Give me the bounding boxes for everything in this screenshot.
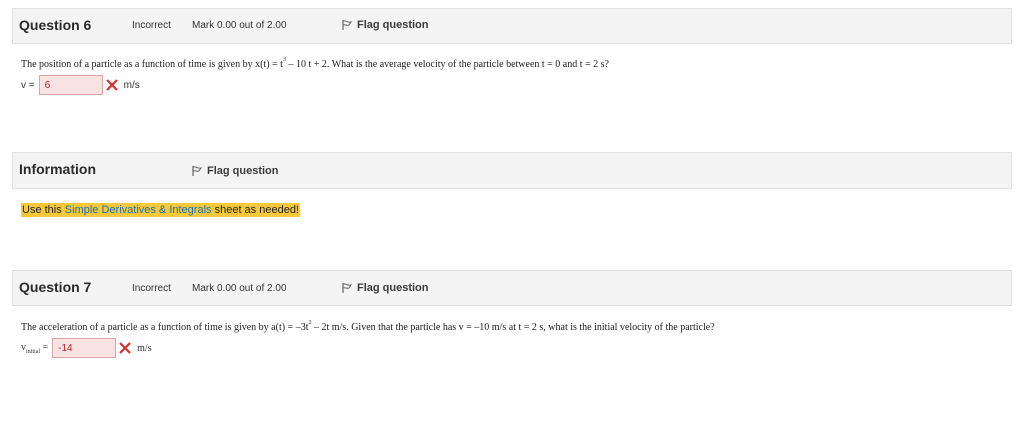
question-6-text-part1: The position of a particle as a function… [21,59,283,70]
question-7-grade: Mark 0.00 out of 2.00 [192,283,287,294]
flag-icon [192,166,203,176]
question-6-state: Incorrect [132,20,171,31]
information-header: Information Flag question [12,152,1012,189]
question-6-text-exponent: 3 [282,57,286,63]
flag-icon [342,283,353,293]
derivatives-integrals-link[interactable]: Simple Derivatives & Integrals [65,204,212,216]
question-6-text-part2: – 10 t + 2. What is the average velocity… [285,59,609,70]
question-6-header: Question 6 Incorrect Mark 0.00 out of 2.… [12,8,1012,44]
question-7-header: Question 7 Incorrect Mark 0.00 out of 2.… [12,270,1012,306]
information-note-suffix: sheet as needed! [211,204,299,216]
question-7-text-part2: – 2t m/s. Given that the particle has v … [311,322,715,333]
question-7-state: Incorrect [132,283,171,294]
question-6-flag-label: Flag question [357,19,429,31]
question-7-flag-button[interactable]: Flag question [341,282,429,294]
question-6-flag-button[interactable]: Flag question [341,19,429,31]
question-7-answer-input[interactable]: -14 [52,338,117,358]
question-7-text: The acceleration of a particle as a func… [21,320,715,333]
information-flag-label: Flag question [207,165,279,177]
question-7-text-part1: The acceleration of a particle as a func… [21,322,309,333]
information-title: Information [19,161,96,177]
question-6-title: Question 6 [19,17,92,33]
x-icon [105,79,118,91]
flag-icon [342,20,353,30]
information-note: Use this Simple Derivatives & Integrals … [21,203,300,217]
question-7-answer-label: vinitial = [21,342,48,355]
question-7-answer-subscript: initial [26,348,40,355]
x-icon [119,342,131,354]
question-7-answer-eq: = [42,341,49,353]
question-7-answer-row: vinitial = -14 m/s [21,338,152,358]
question-7-flag-label: Flag question [357,282,429,294]
question-6-grade: Mark 0.00 out of 2.00 [192,20,287,31]
question-6-answer-label: v = [21,79,35,91]
question-6-answer-row: v = 6 m/s [21,75,140,95]
information-note-prefix: Use this [22,204,65,216]
question-6-text: The position of a particle as a function… [21,57,609,70]
question-6-answer-input[interactable]: 6 [38,75,103,95]
question-7-title: Question 7 [19,279,92,295]
information-flag-button[interactable]: Flag question [191,165,279,177]
question-6-unit: m/s [123,79,140,91]
question-7-unit: m/s [137,342,152,354]
